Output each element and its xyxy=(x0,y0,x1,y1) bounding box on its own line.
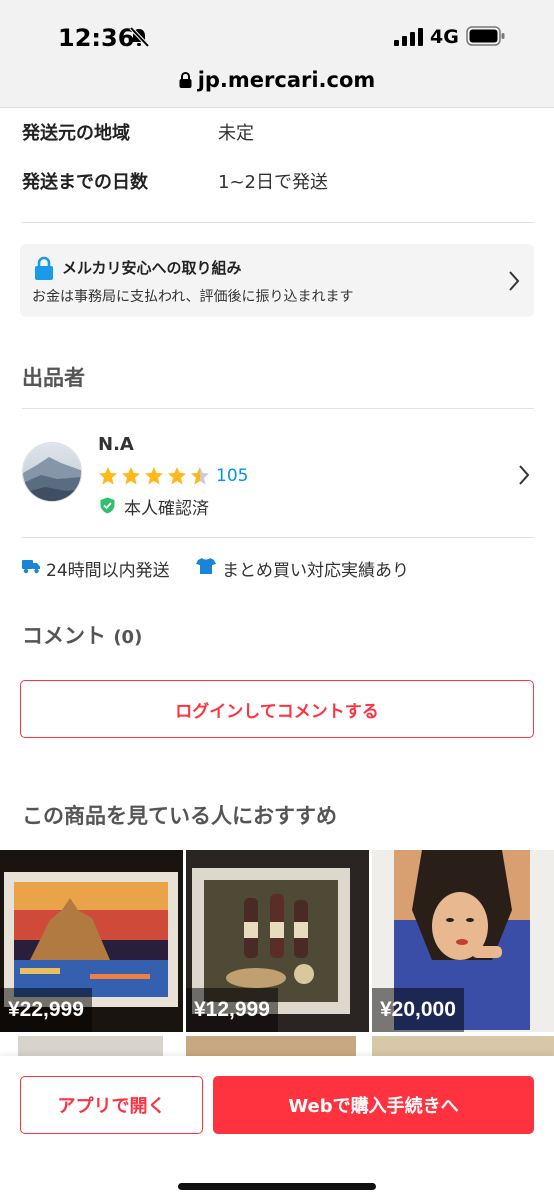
signal-icon xyxy=(394,28,423,46)
comments-count: (0) xyxy=(113,627,143,648)
seller-section-title: 出品者 xyxy=(22,366,85,390)
home-indicator[interactable] xyxy=(178,1183,376,1190)
star-full-icon xyxy=(122,467,140,485)
padlock-icon xyxy=(35,256,53,280)
url-text: jp.mercari.com xyxy=(197,68,376,92)
browser-top-bar: 12:36 4G jp.mercari.com xyxy=(0,0,554,108)
status-time: 12:36 xyxy=(58,24,135,52)
rating-stars xyxy=(98,466,210,486)
verified-label: 本人確認済 xyxy=(124,499,209,519)
comments-label: コメント xyxy=(22,624,106,648)
shipping-days-label: 発送までの日数 xyxy=(22,172,148,193)
chevron-right-icon xyxy=(509,271,520,291)
badge-fast-shipping: 24時間以内発送 xyxy=(46,561,170,581)
product-card[interactable]: ¥20,000 xyxy=(372,850,554,1032)
shipping-origin-label: 発送元の地域 xyxy=(22,123,130,144)
product-card[interactable]: ¥12,999 xyxy=(186,850,369,1032)
badge-bulk-purchase: まとめ買い対応実績あり xyxy=(222,561,409,581)
tshirt-icon xyxy=(196,558,216,574)
comments-title: コメント (0) xyxy=(22,620,142,650)
truck-icon xyxy=(22,560,40,574)
purchase-button[interactable]: Webで購入手続きへ xyxy=(213,1076,534,1134)
bell-slash-icon xyxy=(129,26,150,48)
safety-title: メルカリ安心への取り組み xyxy=(62,259,242,277)
open-app-button[interactable]: アプリで開く xyxy=(20,1076,203,1134)
shipping-days-value: 1~2日で発送 xyxy=(218,172,328,193)
product-card[interactable]: ¥22,999 xyxy=(0,850,183,1032)
lock-icon xyxy=(179,72,192,88)
rating-count: 105 xyxy=(216,466,249,486)
divider xyxy=(22,408,534,409)
battery-icon xyxy=(466,26,505,46)
seller-name: N.A xyxy=(98,434,134,455)
safety-description: お金は事務局に支払われ、評価後に振り込まれます xyxy=(32,289,354,305)
star-half-icon xyxy=(191,467,209,485)
divider xyxy=(22,537,534,538)
verified-shield-icon xyxy=(100,497,115,514)
star-full-icon xyxy=(145,467,163,485)
url-bar[interactable]: jp.mercari.com xyxy=(0,68,554,92)
network-label: 4G xyxy=(430,26,459,48)
divider xyxy=(22,222,534,223)
recommendations-title: この商品を見ている人におすすめ xyxy=(22,804,337,828)
product-price: ¥20,000 xyxy=(372,988,464,1032)
product-price: ¥12,999 xyxy=(186,988,278,1032)
chevron-right-icon xyxy=(519,465,530,485)
star-full-icon xyxy=(168,467,186,485)
avatar xyxy=(22,442,82,502)
safety-notice[interactable]: メルカリ安心への取り組み お金は事務局に支払われ、評価後に振り込まれます xyxy=(20,244,534,317)
shipping-origin-value: 未定 xyxy=(218,123,254,144)
login-to-comment-button[interactable]: ログインしてコメントする xyxy=(20,680,534,738)
product-price: ¥22,999 xyxy=(0,988,92,1032)
bottom-action-bar: アプリで開く Webで購入手続きへ xyxy=(0,1056,554,1200)
star-full-icon xyxy=(99,467,117,485)
